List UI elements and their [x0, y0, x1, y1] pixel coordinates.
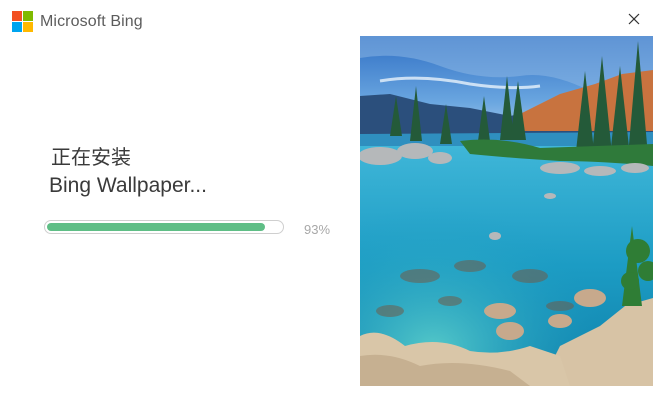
wallpaper-preview-image	[360, 36, 653, 386]
brand-name: Microsoft Bing	[40, 12, 143, 30]
progress-percent: 93%	[304, 222, 331, 237]
product-name: Bing Wallpaper...	[49, 174, 207, 197]
close-button[interactable]	[622, 8, 646, 30]
installer-window: Microsoft Bing 正在安装 Bing Wallpaper... 93…	[0, 0, 653, 417]
logo-square-red	[12, 11, 22, 21]
progress-bar-fill	[47, 223, 265, 231]
logo-square-blue	[12, 22, 22, 32]
logo-square-green	[23, 11, 33, 21]
microsoft-logo-icon	[12, 11, 33, 32]
close-icon	[628, 13, 640, 25]
lake-scene-image	[360, 36, 653, 386]
progress-bar	[44, 220, 284, 234]
brand-header: Microsoft Bing	[12, 11, 143, 32]
logo-square-yellow	[23, 22, 33, 32]
install-status-text: 正在安装	[51, 145, 131, 169]
